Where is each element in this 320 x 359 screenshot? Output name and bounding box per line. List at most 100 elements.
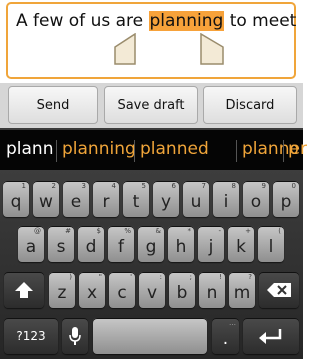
message-text[interactable]: A few of us are planning to meet: [16, 11, 296, 31]
period-key-label: .: [222, 329, 229, 349]
key-hint: 4: [111, 182, 116, 190]
key-hint: +: [245, 227, 251, 235]
space-key[interactable]: [93, 318, 207, 354]
key-label: o: [250, 192, 262, 212]
key-l[interactable]: (l: [258, 226, 284, 262]
key-j[interactable]: -j: [198, 226, 224, 262]
key-b[interactable]: ; b: [169, 272, 195, 308]
key-k[interactable]: + k: [228, 226, 254, 262]
key-hint: *: [187, 227, 192, 235]
key-hint: ): [69, 273, 72, 281]
period-key[interactable]: … .: [212, 318, 239, 354]
suggestion-item[interactable]: planning: [62, 139, 136, 159]
key-x[interactable]: " x: [79, 272, 105, 308]
key-h[interactable]: * h: [168, 226, 194, 262]
key-label: e: [70, 192, 82, 212]
key-a[interactable]: @ a: [18, 226, 44, 262]
suggestion-item[interactable]: planned: [140, 139, 209, 159]
key-s[interactable]: # s: [48, 226, 74, 262]
key-hint: (: [278, 227, 281, 235]
key-hint: 3: [81, 182, 86, 190]
selection-end-handle[interactable]: [197, 33, 227, 65]
key-label: w: [39, 192, 53, 212]
key-hint: 9: [261, 182, 266, 190]
key-hint: -: [218, 227, 221, 235]
key-r[interactable]: 4r: [93, 181, 119, 217]
key-f[interactable]: % f: [108, 226, 134, 262]
period-key-hint: …: [229, 319, 236, 327]
key-label: h: [175, 237, 187, 257]
key-label: y: [160, 192, 172, 212]
key-label: b: [176, 283, 188, 303]
backspace-icon: [267, 283, 291, 297]
symbols-key-label: ?123: [16, 329, 46, 343]
key-z[interactable]: ) z: [49, 272, 75, 308]
key-n[interactable]: ! n: [199, 272, 225, 308]
key-c[interactable]: ' c: [109, 272, 135, 308]
backspace-key[interactable]: [259, 272, 299, 308]
voice-input-key[interactable]: [62, 318, 88, 354]
key-m[interactable]: ? m: [229, 272, 255, 308]
key-label: j: [208, 237, 214, 257]
suggestion-divider: [283, 140, 284, 162]
action-bar: Send Save draft Discard: [0, 83, 303, 128]
shift-icon: [15, 282, 33, 298]
suggestion-strip: plann planning planned planner p: [0, 128, 307, 172]
save-draft-button[interactable]: Save draft: [104, 86, 198, 124]
key-i[interactable]: 8i: [213, 181, 239, 217]
key-hint: 5: [141, 182, 146, 190]
key-y[interactable]: 6y: [153, 181, 179, 217]
key-label: r: [102, 192, 110, 212]
key-d[interactable]: $ d: [78, 226, 104, 262]
key-hint: :: [159, 273, 162, 281]
key-hint: %: [124, 227, 131, 235]
key-hint: ': [130, 273, 132, 281]
key-t[interactable]: 5t: [123, 181, 149, 217]
key-w[interactable]: 2w: [33, 181, 59, 217]
key-label: d: [85, 237, 97, 257]
key-hint: &: [155, 227, 161, 235]
key-p[interactable]: 0p: [273, 181, 299, 217]
key-hint: 8: [231, 182, 236, 190]
key-label: a: [25, 237, 37, 257]
key-g[interactable]: & g: [138, 226, 164, 262]
microphone-icon: [69, 327, 81, 345]
suggestion-divider: [236, 140, 237, 162]
key-label: t: [132, 192, 140, 212]
key-v[interactable]: :v: [139, 272, 165, 308]
key-label: l: [268, 237, 274, 257]
key-label: f: [118, 237, 124, 257]
message-text-field[interactable]: A few of us are planning to meet: [6, 2, 296, 79]
key-hint: ": [98, 273, 102, 281]
text-after-selection: to meet: [224, 11, 297, 31]
key-hint: 6: [171, 182, 176, 190]
key-q[interactable]: 1q: [3, 181, 29, 217]
suggestion-typed-word[interactable]: plann: [6, 139, 53, 159]
discard-button[interactable]: Discard: [203, 86, 297, 124]
send-button[interactable]: Send: [8, 86, 98, 124]
key-label: s: [56, 237, 66, 257]
key-u[interactable]: 7u: [183, 181, 209, 217]
key-e[interactable]: 3e: [63, 181, 89, 217]
enter-icon: [259, 329, 282, 344]
shift-key[interactable]: [4, 272, 44, 308]
symbols-key[interactable]: ?123: [4, 318, 58, 354]
selection-start-handle[interactable]: [113, 33, 143, 65]
key-label: x: [86, 283, 98, 303]
key-label: u: [190, 192, 202, 212]
key-hint: #: [65, 227, 71, 235]
suggestion-overflow[interactable]: p: [288, 139, 299, 159]
key-label: n: [206, 283, 218, 303]
enter-key[interactable]: [243, 318, 299, 354]
key-label: p: [280, 192, 292, 212]
key-hint: $: [96, 227, 101, 235]
selected-word[interactable]: planning: [148, 11, 225, 31]
key-label: q: [10, 192, 22, 212]
soft-keyboard: 1q2w3e4r5t6y7u8i9o0p @ a # s $ d% f & g * h - j + k(l …: [0, 170, 303, 359]
key-hint: ;: [189, 273, 192, 281]
text-before-selection: A few of us are: [16, 11, 149, 31]
key-label: k: [236, 237, 246, 257]
key-o[interactable]: 9o: [243, 181, 269, 217]
key-label: v: [146, 283, 158, 303]
key-hint: 7: [201, 182, 206, 190]
